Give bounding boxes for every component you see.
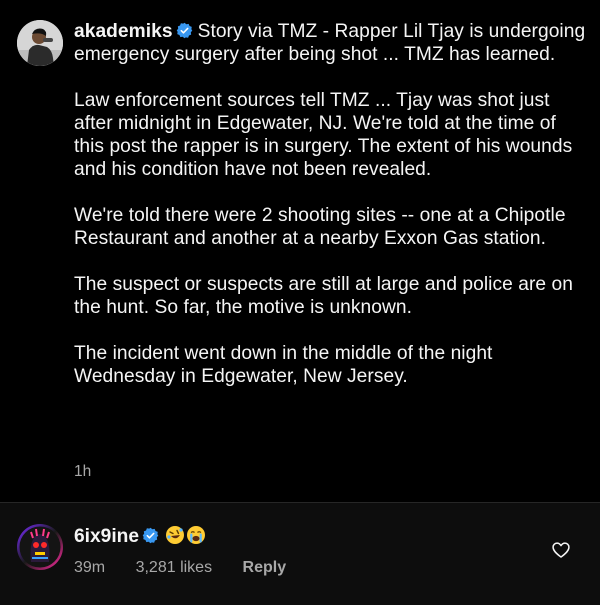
reply-button[interactable]: Reply xyxy=(243,559,287,576)
heart-outline-icon[interactable] xyxy=(551,540,571,560)
caption-paragraph-3: We're told there were 2 shooting sites -… xyxy=(74,205,566,249)
comment-timestamp: 39m xyxy=(74,559,106,576)
rolling-on-floor-laughing-emoji-icon xyxy=(165,525,185,545)
caption-paragraph-4: The suspect or suspects are still at lar… xyxy=(74,274,573,318)
verified-badge-icon xyxy=(176,22,193,39)
verified-badge-icon xyxy=(142,527,159,544)
post-timestamp: 1h xyxy=(74,463,92,480)
comment-content: 6ix9ine xyxy=(74,525,206,548)
post-caption: akademiks Story via TMZ - Rapper Lil Tjay… xyxy=(74,20,586,411)
post-caption-section: akademiks Story via TMZ - Rapper Lil Tjay… xyxy=(0,0,600,503)
6ix9ine-avatar[interactable] xyxy=(17,524,63,570)
comment-username[interactable]: 6ix9ine xyxy=(74,526,139,547)
loudly-crying-emoji-icon xyxy=(186,525,206,545)
caption-paragraph-2: Law enforcement sources tell TMZ ... Tja… xyxy=(74,90,573,180)
caption-paragraph-1: akademiks Story via TMZ - Rapper Lil Tjay… xyxy=(74,20,586,66)
akademiks-avatar[interactable] xyxy=(17,20,63,66)
comment-row: 6ix9ine 39m 3,281 likes Reply xyxy=(0,503,600,605)
comment-meta: 39m 3,281 likes Reply xyxy=(74,559,312,577)
comment-likes-count[interactable]: 3,281 likes xyxy=(136,559,213,576)
caption-paragraph-5: The incident went down in the middle of … xyxy=(74,343,493,387)
post-username[interactable]: akademiks xyxy=(74,21,173,42)
